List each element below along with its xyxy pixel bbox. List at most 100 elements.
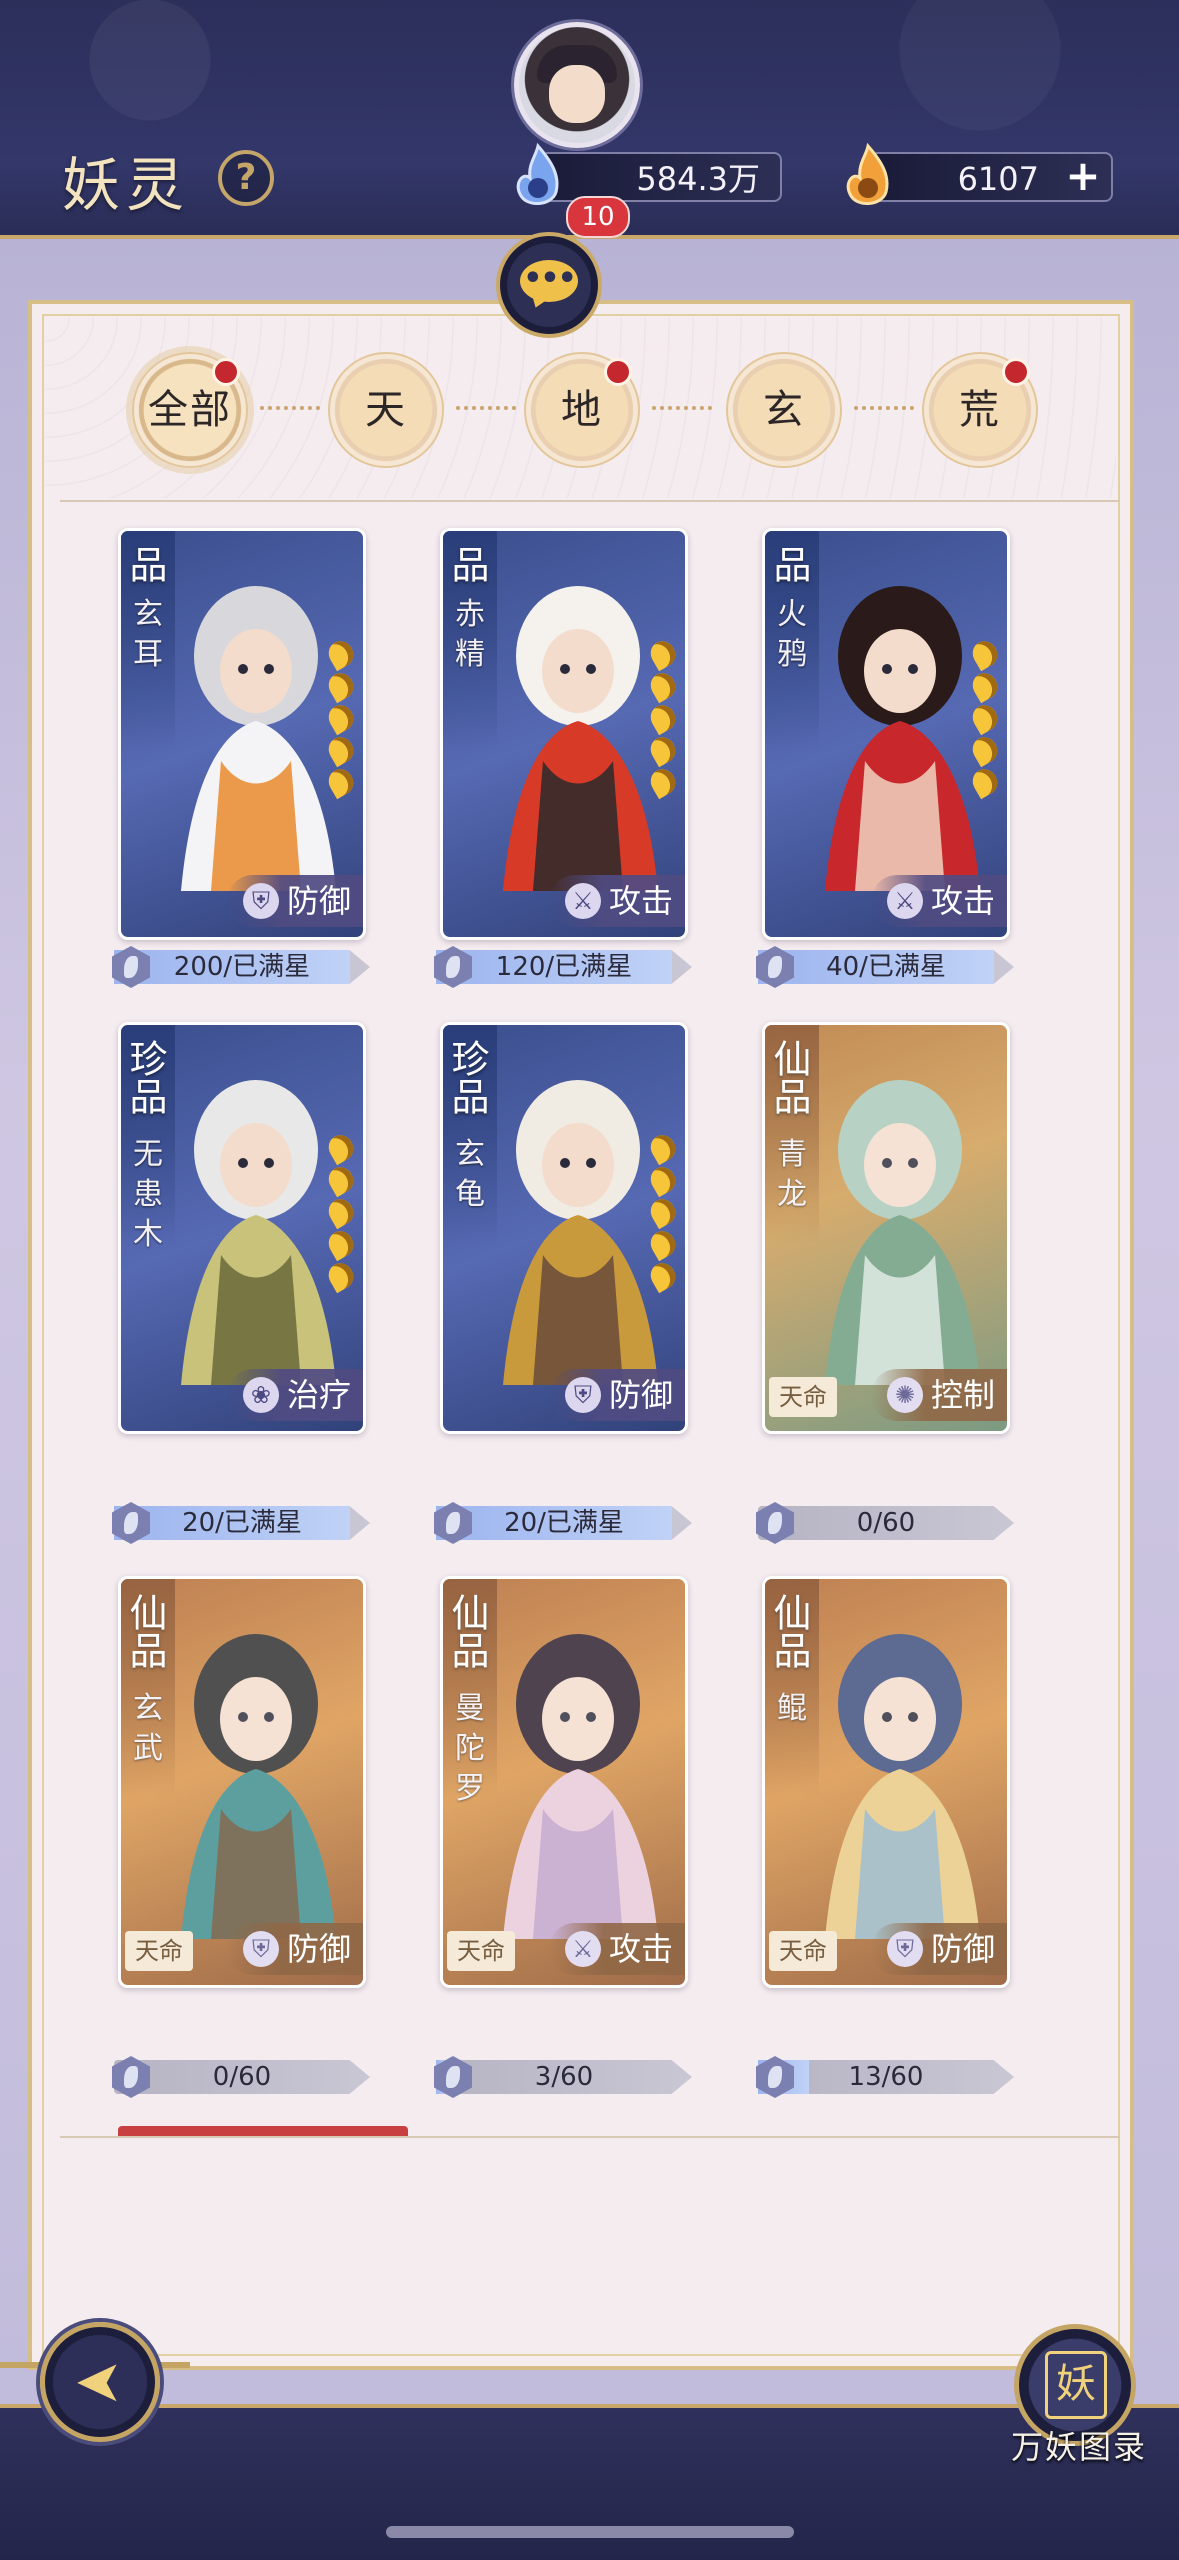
star-icon	[324, 1226, 358, 1262]
tab-heaven[interactable]: 天	[328, 352, 444, 468]
catalog-book-icon: 妖	[1045, 2351, 1107, 2419]
spirit-portrait	[181, 1080, 336, 1385]
spirit-card[interactable]: 仙品 ✺ 控制 青龙天命	[762, 1022, 1010, 1434]
spirit-card[interactable]: 珍品 ❀ 治疗 无患木	[118, 1022, 366, 1434]
help-icon[interactable]: ?	[218, 150, 274, 206]
back-arrow-icon: ➤	[74, 2347, 123, 2415]
blue-flame-icon	[516, 142, 559, 205]
star-icon	[324, 668, 358, 704]
tab-all[interactable]: 全部	[132, 352, 248, 468]
tab-label: 荒	[959, 387, 1001, 433]
fate-tag: 天命	[769, 1931, 837, 1971]
gold-flame-icon	[846, 142, 889, 205]
spirit-name-char: 鲲	[777, 1691, 807, 1726]
shard-progress-bar: 0/60	[114, 2060, 370, 2094]
tab-label: 全部	[148, 387, 232, 433]
spirit-card[interactable]: 仙品 ⚔ 攻击 曼陀罗天命	[440, 1576, 688, 1988]
shard-progress-bar: 20/已满星	[114, 1506, 370, 1540]
spirit-name-char: 玄	[455, 1137, 485, 1172]
divider	[60, 2136, 1120, 2138]
tab-separator	[854, 406, 914, 414]
rarity-label: 仙品	[767, 1039, 811, 1115]
tab-mystic[interactable]: 玄	[726, 352, 842, 468]
star-icon	[646, 764, 680, 800]
spirit-card[interactable]: 品 ⛨ 防御 玄耳	[118, 528, 366, 940]
progress-text: 40/已满星	[826, 952, 946, 982]
star-icon	[324, 1194, 358, 1230]
divider	[60, 500, 1120, 502]
tab-earth[interactable]: 地	[524, 352, 640, 468]
lotus-icon: ❀	[242, 1377, 279, 1413]
spirit-name-char: 患	[133, 1177, 163, 1212]
shield-icon: ⛨	[242, 1931, 279, 1967]
rarity-label: 仙品	[767, 1593, 811, 1669]
catalog-label[interactable]: 万妖图录	[994, 2422, 1164, 2468]
spirit-name-char: 火	[777, 597, 807, 632]
progress-text: 0/60	[212, 2062, 272, 2092]
spirit-card[interactable]: 仙品 ⛨ 防御 鲲天命	[762, 1576, 1010, 1988]
star-icon	[968, 700, 1002, 736]
role-label: 防御	[286, 882, 351, 920]
tab-notification-dot	[604, 358, 632, 386]
star-icon	[324, 1162, 358, 1198]
spirit-card[interactable]: 仙品 ⛨ 防御 玄武天命	[118, 1576, 366, 1988]
role-badge: ⛨ 防御	[870, 1923, 1007, 1975]
spirit-name-char: 龙	[777, 1177, 807, 1212]
role-label: 防御	[608, 1376, 673, 1414]
tab-separator	[456, 406, 516, 414]
player-avatar[interactable]	[514, 22, 640, 148]
role-badge: ⚔ 攻击	[870, 875, 1007, 927]
star-icon	[646, 1162, 680, 1198]
spirit-name-char: 武	[133, 1731, 163, 1766]
spirit-portrait	[503, 1080, 658, 1385]
shard-progress-bar: 3/60	[436, 2060, 692, 2094]
rarity-band	[765, 1025, 819, 1245]
role-badge: ✺ 控制	[870, 1369, 1007, 1421]
star-icon	[646, 1258, 680, 1294]
role-label: 攻击	[930, 882, 995, 920]
spirit-card[interactable]: 品 ⚔ 攻击 火鸦	[762, 528, 1010, 940]
crossed-swords-icon: ⚔	[564, 883, 601, 919]
tab-separator	[652, 406, 712, 414]
spirit-portrait	[181, 1634, 336, 1939]
role-label: 防御	[930, 1930, 995, 1968]
star-icon	[646, 732, 680, 768]
star-column	[646, 636, 680, 801]
tab-label: 天	[365, 387, 407, 433]
back-button[interactable]: ➤	[40, 2322, 160, 2442]
spirit-portrait	[503, 1634, 658, 1939]
role-badge: ⛨ 防御	[548, 1369, 685, 1421]
add-currency-button[interactable]: +	[1063, 155, 1103, 198]
rarity-label: 仙品	[123, 1593, 167, 1669]
progress-text: 13/60	[848, 2062, 924, 2092]
role-label: 控制	[930, 1376, 995, 1414]
spirit-name-char: 罗	[455, 1771, 485, 1806]
chat-button[interactable]: •••	[496, 232, 602, 338]
star-icon	[646, 700, 680, 736]
spirit-name-char: 无	[133, 1137, 163, 1172]
progress-text: 0/60	[856, 1508, 916, 1538]
spirit-portrait	[181, 586, 336, 891]
shard-progress-bar: 200/已满星	[114, 950, 370, 984]
spirit-name-char: 精	[455, 637, 485, 672]
page-title: 妖灵	[62, 151, 191, 219]
role-badge: ❀ 治疗	[226, 1369, 363, 1421]
spirit-card[interactable]: 珍品 ⛨ 防御 玄龟	[440, 1022, 688, 1434]
star-icon	[324, 700, 358, 736]
role-badge: ⛨ 防御	[226, 875, 363, 927]
role-badge: ⚔ 攻击	[548, 875, 685, 927]
role-label: 攻击	[608, 882, 673, 920]
tab-label: 玄	[763, 387, 805, 433]
star-icon	[646, 1226, 680, 1262]
spirit-card[interactable]: 品 ⚔ 攻击 赤精	[440, 528, 688, 940]
shield-icon: ⛨	[564, 1377, 601, 1413]
shard-progress-bar: 40/已满星	[758, 950, 1014, 984]
fate-tag: 天命	[125, 1931, 193, 1971]
star-icon	[324, 1130, 358, 1166]
progress-text: 200/已满星	[173, 952, 311, 982]
rarity-band	[121, 1579, 175, 1799]
role-badge: ⚔ 攻击	[548, 1923, 685, 1975]
spirit-name-char: 曼	[455, 1691, 485, 1726]
tab-wild[interactable]: 荒	[922, 352, 1038, 468]
rarity-label: 品	[445, 545, 489, 583]
